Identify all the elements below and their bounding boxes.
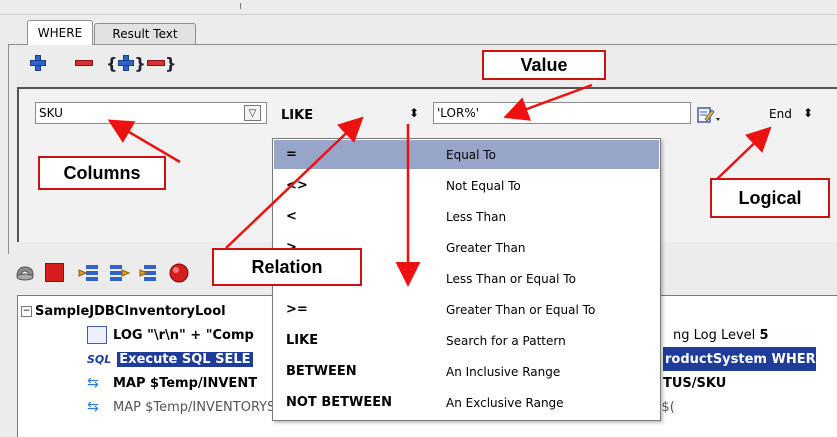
option-desc: Less Than (446, 209, 507, 224)
option-symbol: < (286, 209, 297, 224)
log-tail-text: ng Log Level (673, 327, 756, 343)
tree-item-log[interactable]: LOG "\r\n" + "Comp (87, 323, 254, 347)
relation-select[interactable]: LIKE (273, 104, 430, 126)
callout-value: Value (482, 50, 606, 80)
option-between[interactable]: BETWEEN An Inclusive Range (274, 357, 659, 386)
step-over-icon[interactable] (108, 262, 130, 284)
option-not-between[interactable]: NOT BETWEEN An Exclusive Range (274, 388, 659, 417)
remove-condition-button[interactable] (75, 54, 93, 72)
option-desc: An Inclusive Range (446, 364, 561, 379)
option-symbol: LIKE (286, 333, 319, 348)
tree-item-log-text: LOG "\r\n" + "Comp (113, 327, 254, 343)
option-less-than[interactable]: < Less Than (274, 202, 659, 231)
logical-select[interactable]: End (766, 103, 824, 125)
map-tail-text: TUS/SKU (663, 375, 727, 391)
stop-icon[interactable] (45, 263, 64, 282)
columns-field[interactable]: SKU (35, 102, 267, 124)
option-like[interactable]: LIKE Search for a Pattern (274, 326, 659, 355)
columns-dropdown-button[interactable]: ▽ (244, 105, 261, 121)
stamp-icon[interactable] (14, 262, 36, 284)
map-icon: ⇆ (87, 375, 99, 391)
tree-root[interactable]: − SampleJDBCInventoryLool (21, 299, 226, 323)
log-level: 5 (759, 327, 769, 343)
minus-icon (147, 60, 165, 66)
add-group-button[interactable]: { } (106, 53, 146, 73)
value-text: 'LOR%' (437, 106, 480, 120)
sql-tail-text: roductSystem WHER (665, 351, 816, 367)
minus-icon (75, 60, 93, 66)
collapse-toggle-icon[interactable]: − (21, 305, 32, 317)
tree-root-label: SampleJDBCInventoryLool (35, 303, 226, 319)
splitter-tick (240, 3, 241, 9)
top-bar (0, 0, 837, 15)
tree-item-log-tail: ng Log Level 5 (673, 323, 768, 347)
option-equal[interactable]: = Equal To (274, 140, 659, 169)
plus-icon (30, 55, 46, 71)
brace-close-icon: } (134, 53, 146, 73)
updown-arrows-icon: ⬍ (803, 106, 814, 120)
tab-divider (8, 44, 837, 45)
callout-relation: Relation (212, 248, 362, 286)
option-desc: Search for a Pattern (446, 333, 566, 348)
tab-where[interactable]: WHERE (27, 20, 93, 45)
option-symbol: BETWEEN (286, 364, 357, 379)
option-not-equal[interactable]: <> Not Equal To (274, 171, 659, 200)
tree-item-sql-tail: roductSystem WHER (663, 347, 816, 371)
option-symbol: NOT BETWEEN (286, 395, 392, 410)
option-symbol: = (286, 147, 297, 162)
option-symbol: <> (286, 178, 308, 193)
edit-expression-icon[interactable] (697, 106, 721, 124)
option-desc: Not Equal To (446, 178, 521, 193)
brace-close-icon: } (165, 53, 177, 73)
option-desc: Less Than or Equal To (446, 271, 576, 286)
remove-group-button[interactable]: } (147, 53, 177, 73)
breakpoint-icon[interactable] (168, 262, 190, 284)
relation-value: LIKE (281, 107, 314, 123)
map-icon: ⇆ (87, 399, 99, 415)
sql-icon: SQL (87, 352, 112, 366)
plus-icon (118, 55, 135, 71)
tree-item-map-text: MAP $Temp/INVENT (113, 375, 258, 391)
option-symbol: >= (286, 302, 308, 317)
callout-logical: Logical (710, 178, 830, 218)
tree-item-map[interactable]: ⇆ MAP $Temp/INVENT (87, 371, 257, 395)
column-value: SKU (39, 106, 63, 120)
tree-item-map-tail: TUS/SKU (663, 371, 726, 395)
callout-columns: Columns (38, 156, 166, 190)
tree-item-sql[interactable]: SQL Execute SQL SELE (87, 347, 253, 371)
option-desc: An Exclusive Range (446, 395, 564, 410)
log-icon (87, 326, 107, 344)
updown-arrows-icon: ⬍ (409, 106, 420, 120)
brace-open-icon: { (106, 53, 118, 73)
option-greater-equal[interactable]: >= Greater Than or Equal To (274, 295, 659, 324)
step-out-icon[interactable] (138, 262, 160, 284)
option-desc: Greater Than or Equal To (446, 302, 596, 317)
add-condition-button[interactable] (30, 54, 46, 72)
tab-result-text[interactable]: Result Text (94, 23, 196, 44)
step-into-icon[interactable] (78, 262, 100, 284)
value-field[interactable]: 'LOR%' (433, 102, 691, 124)
tree-item-sql-text: Execute SQL SELE (117, 351, 253, 367)
logical-value: End (769, 107, 792, 121)
option-desc: Equal To (446, 147, 496, 162)
option-desc: Greater Than (446, 240, 526, 255)
